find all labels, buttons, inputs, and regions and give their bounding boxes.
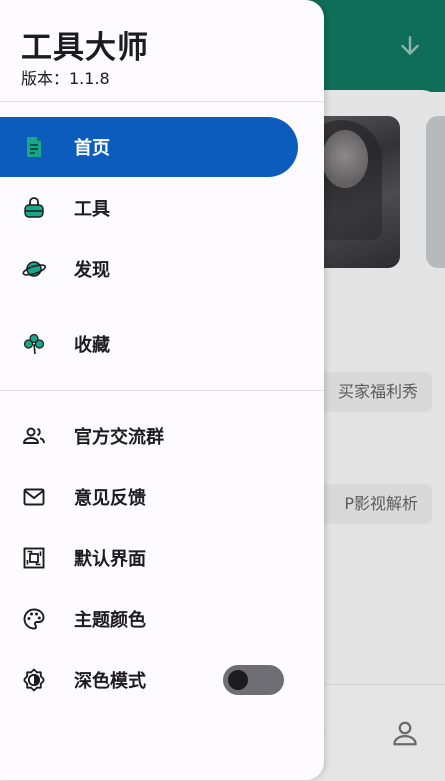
drawer-item-label: 工具 <box>74 199 110 220</box>
divider <box>0 390 324 391</box>
app-title: 工具大师 <box>21 30 149 66</box>
drawer-item-label: 收藏 <box>74 335 110 356</box>
interface-icon <box>23 547 45 569</box>
toolbox-icon <box>24 197 44 218</box>
drawer-item-tools[interactable]: 工具 <box>0 178 298 238</box>
navigation-drawer: 工具大师 版本：1.1.8 首页 工具 发现 收藏 官方交流群 意见反馈 默认界… <box>0 0 324 780</box>
planet-icon <box>22 261 46 277</box>
document-icon <box>27 137 41 157</box>
dark-mode-toggle[interactable] <box>223 665 284 695</box>
drawer-item-label: 默认界面 <box>74 549 146 570</box>
drawer-item-label: 官方交流群 <box>74 427 164 448</box>
download-icon[interactable] <box>397 34 423 60</box>
portrait-face <box>322 130 368 188</box>
banner-image-next[interactable] <box>426 116 445 268</box>
brightness-icon <box>23 668 45 692</box>
drawer-item-dark-mode[interactable]: 深色模式 <box>0 650 298 710</box>
drawer-item-home[interactable]: 首页 <box>0 117 298 177</box>
drawer-item-community-group[interactable]: 官方交流群 <box>0 406 298 466</box>
drawer-item-discover[interactable]: 发现 <box>0 239 298 299</box>
drawer-item-label: 发现 <box>74 260 110 281</box>
palette-icon <box>23 608 45 630</box>
drawer-item-theme-color[interactable]: 主题颜色 <box>0 589 298 649</box>
drawer-item-default-interface[interactable]: 默认界面 <box>0 528 298 588</box>
version-label: 版本：1.1.8 <box>21 69 110 88</box>
drawer-item-favorites[interactable]: 收藏 <box>0 314 298 374</box>
drawer-item-label: 意见反馈 <box>74 488 146 509</box>
divider <box>0 101 324 102</box>
drawer-item-label: 深色模式 <box>74 671 146 692</box>
drawer-item-label: 主题颜色 <box>74 610 146 631</box>
tool-chip[interactable]: 买家福利秀 <box>308 372 432 412</box>
drawer-item-label: 首页 <box>74 138 110 159</box>
toggle-knob <box>228 670 248 690</box>
group-icon <box>23 427 45 444</box>
clover-icon <box>23 333 45 355</box>
mail-icon <box>23 488 45 506</box>
drawer-item-feedback[interactable]: 意见反馈 <box>0 467 298 527</box>
profile-icon[interactable] <box>390 718 420 748</box>
